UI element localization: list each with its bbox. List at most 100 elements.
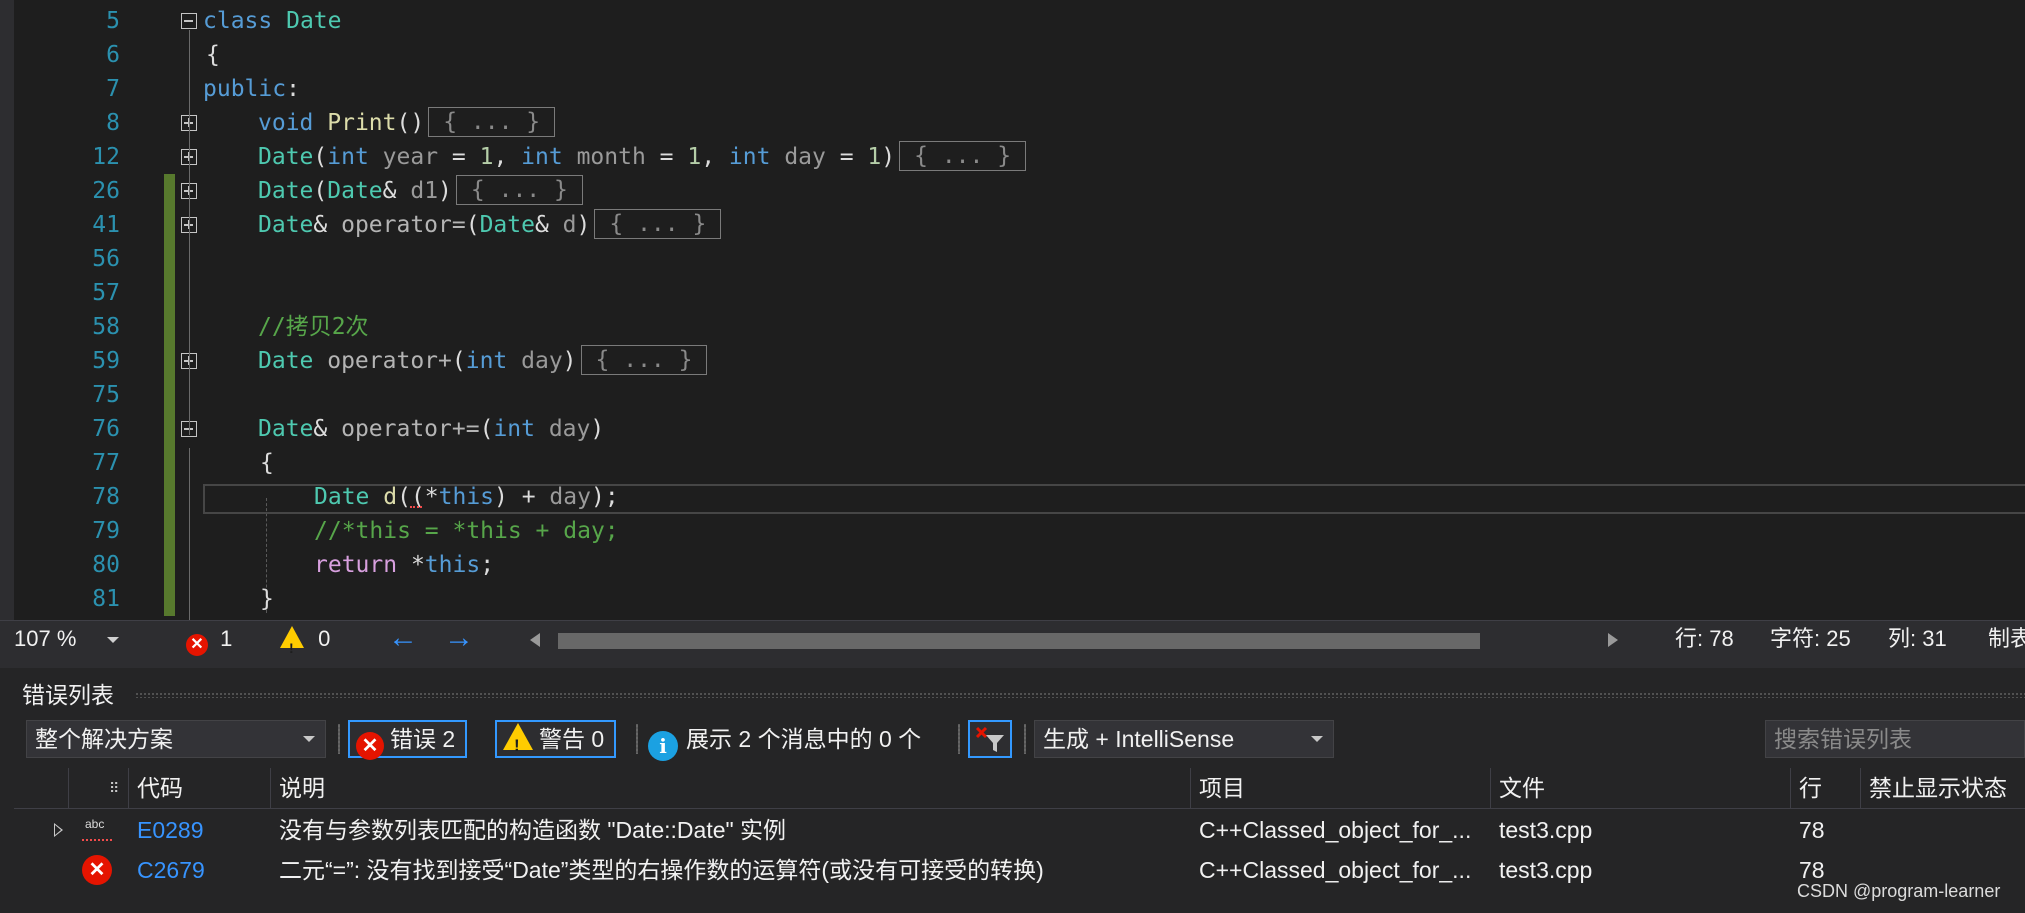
toolbar-separator <box>636 724 638 754</box>
line-number: 75 <box>92 382 120 408</box>
paren: ( <box>451 348 466 374</box>
collapsed-block[interactable]: { ... } <box>455 175 583 205</box>
assign: = <box>438 144 480 170</box>
error-code-link[interactable]: E0289 <box>129 810 271 850</box>
brace: } <box>260 586 274 612</box>
keyword: void <box>258 110 314 136</box>
errors-filter-button[interactable]: ✕ 错误 2 <box>348 720 468 760</box>
keyword: int <box>521 144 563 170</box>
scroll-left-icon[interactable] <box>530 633 540 647</box>
collapsed-block[interactable]: { ... } <box>580 345 708 375</box>
function-name: Print <box>327 110 397 136</box>
comma: , <box>493 144 522 170</box>
type-name: Date <box>258 348 314 374</box>
char-indicator: 字符: 25 <box>1770 626 1851 651</box>
collapsed-block[interactable]: { ... } <box>899 141 1027 171</box>
warnings-filter-button[interactable]: ! 警告 0 <box>495 720 617 758</box>
parens: () <box>396 110 425 136</box>
code-line[interactable]: return *this; <box>0 548 2025 582</box>
param: day <box>534 416 591 442</box>
paren: ); <box>590 484 619 510</box>
squiggle-glyph <box>82 833 112 841</box>
error-squiggle[interactable] <box>410 502 422 508</box>
operator: * <box>397 552 425 578</box>
horizontal-scrollbar[interactable] <box>530 631 1620 649</box>
search-input[interactable]: 搜索错误列表 <box>1765 720 2025 758</box>
table-row[interactable]: ✕ C2679 二元“=”: 没有找到接受“Date”类型的右操作数的运算符(或… <box>14 850 2025 890</box>
code-line[interactable]: public: <box>0 72 2025 106</box>
semicolon: ; <box>480 552 495 578</box>
search-placeholder: 搜索错误列表 <box>1774 726 1912 752</box>
code-line[interactable]: void Print(){ ... } <box>0 106 2025 140</box>
code-line[interactable]: class Date <box>0 4 2025 38</box>
type-name: Date <box>286 8 342 34</box>
column-header-project[interactable]: 项目 <box>1191 768 1491 808</box>
navigate-forward-icon[interactable]: → <box>444 621 474 655</box>
code-line[interactable]: Date& operator=(Date& d){ ... } <box>0 208 2025 242</box>
code-line[interactable]: Date(Date& d1){ ... } <box>0 174 2025 208</box>
comment: //*this = *this + day; <box>314 518 619 544</box>
table-row[interactable]: abc E0289 没有与参数列表匹配的构造函数 "Date::Date" 实例… <box>14 810 2025 850</box>
code-line[interactable]: //拷贝2次 <box>0 310 2025 344</box>
column-indicator: 列: 31 <box>1888 626 1947 651</box>
code-line[interactable]: { <box>0 446 2025 480</box>
expand-row-icon[interactable] <box>54 823 63 837</box>
operator-name: operator+= <box>341 416 480 442</box>
scroll-right-icon[interactable] <box>1608 633 1618 647</box>
number: 1 <box>687 144 702 170</box>
keyword: public <box>203 76 287 102</box>
column-header-suppression[interactable]: 禁止显示状态 <box>1861 768 2025 808</box>
error-count: 1 <box>220 626 233 651</box>
error-icon: ✕ <box>82 855 112 885</box>
abc-glyph: abc <box>85 817 105 831</box>
code-line[interactable]: Date& operator+=(int day) <box>0 412 2025 446</box>
build-source-dropdown[interactable]: 生成 + IntelliSense <box>1034 720 1334 758</box>
code-lines[interactable]: 81 80 79 78 77 76 75 59 58 57 56 41 26 12 8 7 6 5 class D… <box>0 0 2025 620</box>
column-header-file[interactable]: 文件 <box>1491 768 1791 808</box>
keyword: int <box>465 348 508 374</box>
error-description: 没有与参数列表匹配的构造函数 "Date::Date" 实例 <box>279 817 787 843</box>
paren: ) <box>881 144 896 170</box>
operator-name: operator+ <box>313 348 452 374</box>
chevron-down-icon <box>303 736 315 742</box>
paren: ( <box>479 416 494 442</box>
code-line-current[interactable]: Date d((*this) + day); <box>0 480 2025 514</box>
errors-filter-label: 错误 2 <box>390 726 456 752</box>
warning-count-indicator[interactable]: ! 0 <box>280 621 330 657</box>
collapsed-block[interactable]: { ... } <box>594 209 722 239</box>
column-header-line[interactable]: 行 <box>1791 768 1861 808</box>
column-header-code[interactable]: 代码 <box>129 768 271 808</box>
collapsed-block[interactable]: { ... } <box>428 107 556 137</box>
panel-grip[interactable] <box>135 692 2025 698</box>
column-header-expand[interactable] <box>14 768 69 808</box>
code-line[interactable]: Date operator+(int day){ ... } <box>0 344 2025 378</box>
type-name: Date <box>258 178 314 204</box>
tab-indicator[interactable]: 制表 <box>1988 621 2025 657</box>
number: 1 <box>479 144 494 170</box>
keyword: int <box>728 144 771 170</box>
code-line[interactable]: { <box>0 38 2025 72</box>
spelling-error-icon: abc <box>80 815 114 845</box>
clear-filter-button[interactable] <box>968 720 1012 758</box>
column-chooser-icon[interactable]: ⠿ <box>69 768 129 808</box>
scope-dropdown[interactable]: 整个解决方案 <box>26 720 326 758</box>
error-project: C++Classed_object_for_... <box>1199 857 1472 883</box>
zoom-dropdown[interactable]: 107 % <box>14 621 119 657</box>
column-header-description[interactable]: 说明 <box>271 768 1191 808</box>
change-marker <box>164 378 175 412</box>
code-editor[interactable]: 81 80 79 78 77 76 75 59 58 57 56 41 26 12 8 7 6 5 class D… <box>0 0 2025 620</box>
panel-divider[interactable] <box>0 658 2025 668</box>
scrollbar-thumb[interactable] <box>558 633 1480 649</box>
error-list-panel: 错误列表 整个解决方案 ✕ 错误 2 ! 警告 0 i 展示 2 个消息中的 0 个 <box>0 668 2025 913</box>
error-suppression <box>1861 810 2025 850</box>
navigate-back-icon[interactable]: ← <box>388 621 418 655</box>
paren: ( <box>313 144 328 170</box>
error-count-indicator[interactable]: ✕ 1 <box>186 621 232 657</box>
code-line[interactable]: //*this = *this + day; <box>0 514 2025 548</box>
assign: = <box>645 144 688 170</box>
keyword: this <box>424 552 481 578</box>
messages-filter-button[interactable]: i 展示 2 个消息中的 0 个 <box>648 720 921 761</box>
code-line[interactable]: Date(int year = 1, int month = 1, int da… <box>0 140 2025 174</box>
error-code-link[interactable]: C2679 <box>129 850 271 890</box>
code-line[interactable]: } <box>0 582 2025 616</box>
